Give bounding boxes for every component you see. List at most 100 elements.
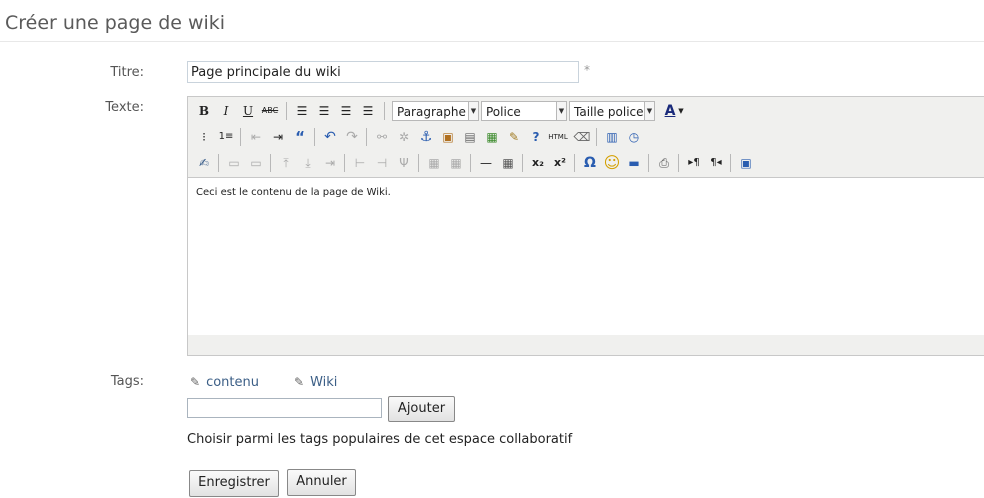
insert-image-icon[interactable]: ▦ — [482, 127, 502, 147]
align-center-icon[interactable]: ☰ — [314, 101, 334, 121]
text-label: Texte: — [105, 100, 144, 115]
table-icon[interactable]: ▦ — [498, 153, 518, 173]
toolbar-separator — [286, 102, 287, 120]
toolbar-row-2: ⁝ 1≡ ⇤ ⇥ “ ↶ ↷ ⚯ ✲ ⚓ ▣ ▤ ▦ ✎ ? HTML ⌫ ▥ … — [194, 127, 984, 149]
ltr-icon[interactable]: ▸¶ — [684, 153, 704, 173]
font-size-select[interactable]: Taille police ▼ — [569, 101, 655, 121]
page-title: Créer une page de wiki — [5, 12, 226, 34]
toolbar-separator — [384, 102, 385, 120]
merge-cells-icon[interactable]: ▦ — [446, 153, 466, 173]
toolbar-separator — [470, 154, 471, 172]
table-cell-props-icon[interactable]: ▭ — [246, 153, 266, 173]
font-size-select-value: Taille police — [574, 105, 644, 119]
toolbar-separator — [678, 154, 679, 172]
smiley-icon[interactable]: ☺ — [602, 153, 622, 173]
undo-icon[interactable]: ↶ — [320, 127, 340, 147]
tag-input[interactable] — [187, 398, 382, 418]
tag-pencil-icon: ✎ — [294, 375, 305, 389]
toolbar-row-1: B I U ABC ☰ ☰ ☰ ☰ Paragraphe ▼ Police ▼ … — [194, 101, 984, 123]
tag-pencil-icon: ✎ — [190, 375, 201, 389]
rtl-icon[interactable]: ¶◂ — [706, 153, 726, 173]
add-tag-button[interactable]: Ajouter — [388, 396, 455, 422]
special-char-button[interactable]: Ω — [580, 153, 600, 173]
insert-col-before-icon[interactable]: ⊢ — [350, 153, 370, 173]
title-label: Titre: — [110, 65, 144, 80]
image-icon[interactable]: ▣ — [438, 127, 458, 147]
title-input[interactable] — [187, 61, 579, 83]
horizontal-line-icon[interactable]: ▬ — [624, 153, 644, 173]
font-select-value: Police — [486, 105, 521, 119]
toolbar-separator — [596, 128, 597, 146]
format-select[interactable]: Paragraphe ▼ — [392, 101, 479, 121]
tag-wiki[interactable]: ✎ Wiki — [294, 375, 337, 390]
toolbar-separator — [240, 128, 241, 146]
edit-css-icon[interactable]: ✍ — [194, 153, 214, 173]
toolbar-separator — [218, 154, 219, 172]
help-icon[interactable]: ? — [526, 127, 546, 147]
link-icon[interactable]: ⚯ — [372, 127, 392, 147]
tag-contenu[interactable]: ✎ contenu — [190, 375, 259, 390]
indent-icon[interactable]: ⇥ — [268, 127, 288, 147]
format-select-value: Paragraphe — [397, 105, 466, 119]
popular-tags-link[interactable]: Choisir parmi les tags populaires de cet… — [187, 432, 572, 447]
tag-label: Wiki — [310, 375, 338, 390]
toolbar-separator — [730, 154, 731, 172]
media-icon[interactable]: ▤ — [460, 127, 480, 147]
numbered-list-icon[interactable]: 1≡ — [216, 127, 236, 147]
html-source-button[interactable]: HTML — [546, 127, 570, 147]
insert-row-after-icon[interactable]: ⤓ — [298, 153, 318, 173]
cancel-button[interactable]: Annuler — [287, 469, 356, 496]
rich-text-editor: B I U ABC ☰ ☰ ☰ ☰ Paragraphe ▼ Police ▼ … — [187, 96, 984, 356]
toolbar-separator — [314, 128, 315, 146]
unlink-icon[interactable]: ✲ — [394, 127, 414, 147]
chevron-down-icon: ▼ — [644, 102, 654, 120]
insert-row-before-icon[interactable]: ⤒ — [276, 153, 296, 173]
print-icon[interactable]: ⎙ — [654, 153, 674, 173]
align-justify-icon[interactable]: ☰ — [358, 101, 378, 121]
insert-col-after-icon[interactable]: ⊣ — [372, 153, 392, 173]
editor-content-area[interactable]: Ceci est le contenu de la page de Wiki. — [188, 177, 984, 337]
cleanup-icon[interactable]: ✎ — [504, 127, 524, 147]
superscript-button[interactable]: x² — [550, 153, 570, 173]
delete-col-icon[interactable]: Ψ — [394, 153, 414, 173]
horizontal-rule-icon[interactable]: — — [476, 153, 496, 173]
tags-label: Tags: — [110, 374, 144, 389]
redo-icon[interactable]: ↷ — [342, 127, 362, 147]
toolbar-separator — [522, 154, 523, 172]
toolbar-separator — [344, 154, 345, 172]
bullet-list-icon[interactable]: ⁝ — [194, 127, 214, 147]
subscript-button[interactable]: x₂ — [528, 153, 548, 173]
toolbar-separator — [270, 154, 271, 172]
toolbar-row-3: ✍ ▭ ▭ ⤒ ⤓ ⇥ ⊢ ⊣ Ψ ▦ ▦ — ▦ x₂ x² Ω ☺ ▬ ⎙ … — [194, 153, 984, 175]
underline-button[interactable]: U — [238, 101, 258, 121]
editor-toolbar: B I U ABC ☰ ☰ ☰ ☰ Paragraphe ▼ Police ▼ … — [188, 97, 984, 177]
table-row-props-icon[interactable]: ▭ — [224, 153, 244, 173]
editor-statusbar — [188, 335, 984, 355]
fullscreen-icon[interactable]: ▣ — [736, 153, 756, 173]
required-mark: * — [584, 63, 590, 77]
italic-button[interactable]: I — [216, 101, 236, 121]
split-cells-icon[interactable]: ▦ — [424, 153, 444, 173]
chevron-down-icon[interactable]: ▼ — [676, 101, 686, 121]
outdent-icon[interactable]: ⇤ — [246, 127, 266, 147]
insert-date-icon[interactable]: ▥ — [602, 127, 622, 147]
anchor-icon[interactable]: ⚓ — [416, 127, 436, 147]
strikethrough-button[interactable]: ABC — [260, 101, 280, 121]
chevron-down-icon: ▼ — [468, 102, 478, 120]
toolbar-separator — [418, 154, 419, 172]
bold-button[interactable]: B — [194, 101, 214, 121]
align-right-icon[interactable]: ☰ — [336, 101, 356, 121]
blockquote-icon[interactable]: “ — [290, 127, 310, 147]
align-left-icon[interactable]: ☰ — [292, 101, 312, 121]
editor-content-text: Ceci est le contenu de la page de Wiki. — [196, 187, 391, 198]
font-select[interactable]: Police ▼ — [481, 101, 567, 121]
chevron-down-icon: ▼ — [556, 102, 566, 120]
toolbar-separator — [648, 154, 649, 172]
delete-row-icon[interactable]: ⇥ — [320, 153, 340, 173]
toolbar-separator — [574, 154, 575, 172]
insert-time-icon[interactable]: ◷ — [624, 127, 644, 147]
toolbar-separator — [366, 128, 367, 146]
save-button[interactable]: Enregistrer — [189, 470, 279, 497]
eraser-icon[interactable]: ⌫ — [572, 127, 592, 147]
tag-label: contenu — [206, 375, 259, 390]
